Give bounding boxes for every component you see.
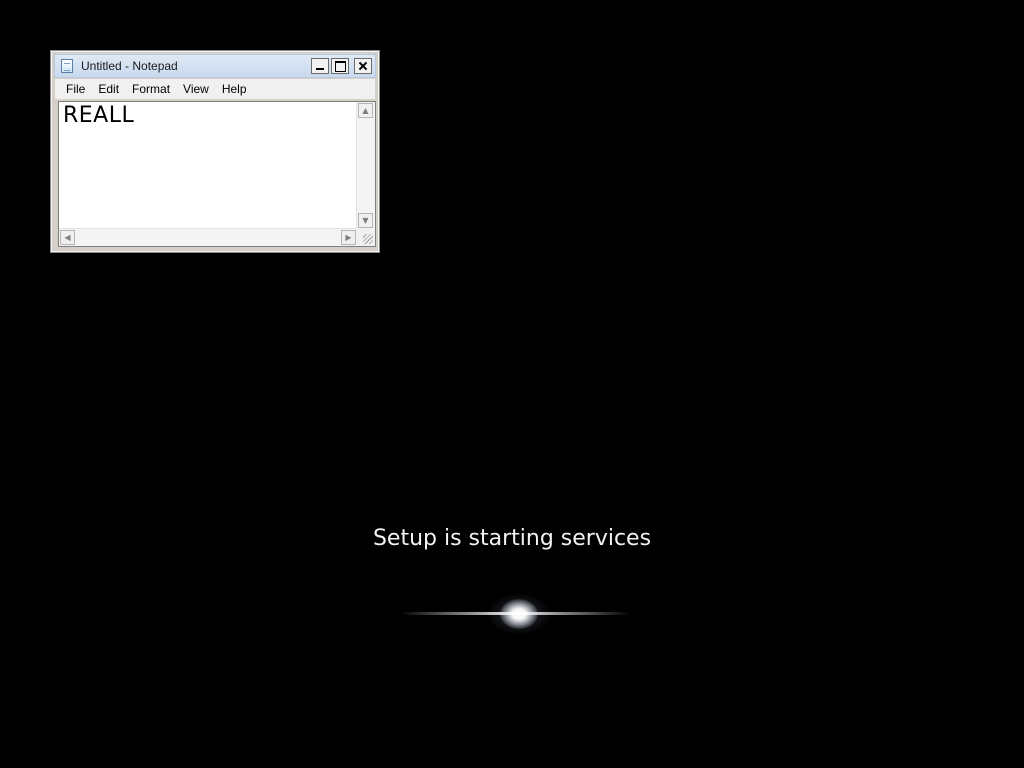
editor-text[interactable]: REALL: [63, 102, 355, 228]
menu-help[interactable]: Help: [216, 82, 254, 96]
scroll-right-icon[interactable]: ▶: [341, 230, 356, 245]
scroll-up-icon[interactable]: ▲: [358, 103, 373, 118]
desktop: Untitled - Notepad File Edit Format View…: [0, 0, 1024, 768]
window-title: Untitled - Notepad: [81, 59, 178, 73]
menu-edit[interactable]: Edit: [92, 82, 126, 96]
glow-core: [500, 599, 538, 629]
setup-status-text: Setup is starting services: [372, 526, 652, 551]
close-button[interactable]: [354, 58, 372, 74]
maximize-button[interactable]: [331, 58, 349, 74]
scroll-left-icon[interactable]: ◀: [60, 230, 75, 245]
notepad-icon[interactable]: [61, 59, 73, 73]
horizontal-scrollbar[interactable]: ◀ ▶: [59, 228, 357, 246]
scroll-down-icon[interactable]: ▼: [358, 213, 373, 228]
notepad-titlebar[interactable]: Untitled - Notepad: [54, 54, 376, 78]
menu-view[interactable]: View: [177, 82, 216, 96]
menu-format[interactable]: Format: [126, 82, 177, 96]
glow-animation-icon: [400, 590, 630, 638]
size-grip-icon[interactable]: [357, 229, 375, 246]
notepad-window[interactable]: Untitled - Notepad File Edit Format View…: [50, 50, 380, 253]
menu-file[interactable]: File: [60, 82, 92, 96]
text-editor[interactable]: REALL ▲ ▼ ◀ ▶: [58, 101, 376, 247]
menu-bar: File Edit Format View Help: [55, 79, 375, 99]
vertical-scrollbar[interactable]: ▲ ▼: [356, 102, 375, 229]
minimize-button[interactable]: [311, 58, 329, 74]
